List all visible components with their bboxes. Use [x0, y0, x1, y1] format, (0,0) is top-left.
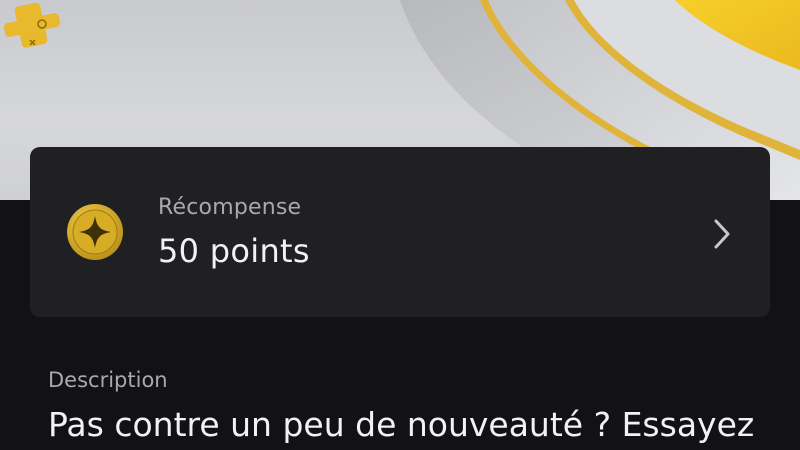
reward-detail-screen: Récompense 50 points Description Pas con… [0, 0, 800, 450]
description-text: Pas contre un peu de nouveauté ? Essayez [48, 405, 755, 444]
reward-label: Récompense [158, 195, 302, 220]
reward-card[interactable]: Récompense 50 points [30, 147, 770, 317]
reward-coin-icon [67, 204, 123, 260]
reward-points-value: 50 points [158, 232, 310, 270]
chevron-right-icon[interactable] [710, 217, 734, 251]
playstation-plus-icon [3, 2, 61, 48]
description-label: Description [48, 368, 168, 392]
